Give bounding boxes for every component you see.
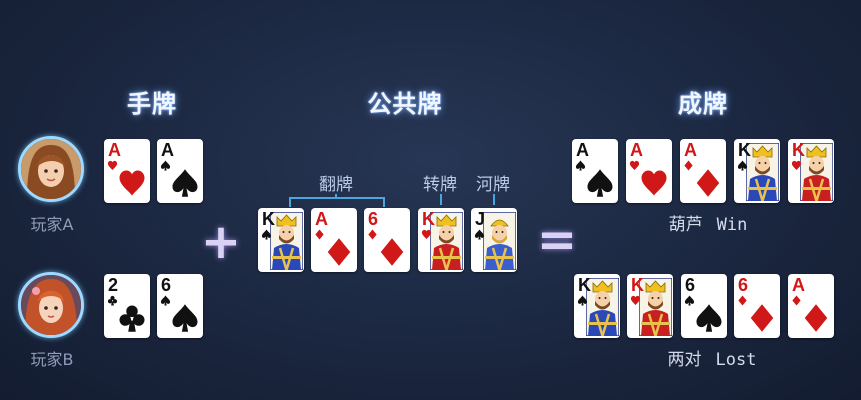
card-rank: 6 (161, 275, 172, 295)
hearts-icon (641, 170, 667, 196)
card-rank: K (792, 140, 805, 160)
hand-card-a-2: A (157, 139, 203, 203)
hand-card-b-1: 2 (104, 274, 150, 338)
card-rank: A (792, 275, 805, 295)
turn-bracket (440, 194, 442, 205)
card-rank: 6 (685, 275, 696, 295)
player-a-name: 玩家A (30, 215, 74, 234)
result-card-b-3: 6 (681, 274, 727, 338)
spades-icon (172, 169, 198, 197)
card-rank: K (578, 275, 591, 295)
river-bracket (493, 194, 495, 205)
result-card-a-2: A (626, 139, 672, 203)
card-rank: K (631, 275, 644, 295)
community-card-3: 6 (364, 208, 410, 272)
turn-label: 转牌 (423, 175, 457, 195)
river-label: 河牌 (476, 175, 510, 195)
community-card-2: A (311, 208, 357, 272)
card-rank: A (684, 140, 697, 160)
result-card-b-4: 6 (734, 274, 780, 338)
flop-label: 翻牌 (319, 175, 353, 195)
diamonds-icon (750, 304, 774, 332)
card-rank: K (422, 209, 435, 229)
spades-icon (577, 295, 588, 306)
hearts-icon (119, 170, 145, 196)
spades-icon (587, 169, 613, 197)
player-a-avatar (18, 136, 84, 202)
card-rank: A (161, 140, 174, 160)
result-hand-heading: 成牌 (678, 90, 728, 118)
hearts-icon (791, 160, 802, 171)
diamonds-icon (380, 238, 404, 266)
card-rank: A (108, 140, 121, 160)
card-rank: 6 (368, 209, 379, 229)
result-card-a-5: K (788, 139, 834, 203)
result-card-b-5: A (788, 274, 834, 338)
player-a-outcome: Win (716, 215, 748, 235)
diamonds-icon (804, 304, 828, 332)
equals-operator: = (536, 212, 578, 268)
spades-icon (261, 229, 272, 240)
card-rank: K (262, 209, 275, 229)
spades-icon (737, 160, 748, 171)
hand-cards-heading: 手牌 (127, 90, 177, 118)
flop-bracket-stem (335, 194, 337, 197)
hearts-icon (421, 229, 432, 240)
card-rank: A (315, 209, 328, 229)
spades-icon (696, 304, 722, 332)
diamonds-icon (327, 238, 351, 266)
hand-card-a-1: A (104, 139, 150, 203)
clubs-icon (119, 305, 145, 332)
card-rank: J (475, 209, 486, 229)
community-cards-heading: 公共牌 (367, 90, 443, 118)
result-card-a-4: K (734, 139, 780, 203)
player-a-hand-name: 葫芦 (668, 215, 703, 235)
result-card-b-2: K (627, 274, 673, 338)
spades-icon (474, 229, 485, 240)
player-b-hand-name: 两对 (667, 350, 702, 370)
card-rank: 2 (108, 275, 119, 295)
hearts-icon (630, 295, 641, 306)
flop-bracket (289, 197, 385, 207)
player-a-result-label: 葫芦 Win (669, 210, 748, 235)
community-card-4: K (418, 208, 464, 272)
community-card-1: K (258, 208, 304, 272)
card-rank: A (630, 140, 643, 160)
player-b-outcome: Lost (715, 350, 757, 370)
hand-card-b-2: 6 (157, 274, 203, 338)
result-card-b-1: K (574, 274, 620, 338)
card-rank: A (576, 140, 589, 160)
player-b-name: 玩家B (30, 350, 74, 369)
diamonds-icon (696, 169, 720, 197)
plus-operator: + (200, 214, 242, 270)
result-card-a-1: A (572, 139, 618, 203)
result-card-a-3: A (680, 139, 726, 203)
card-rank: 6 (738, 275, 749, 295)
spades-icon (172, 304, 198, 332)
community-card-5: J (471, 208, 517, 272)
player-b-avatar (18, 272, 84, 338)
jack-face-figure (483, 212, 516, 270)
player-b-result-label: 两对 Lost (668, 345, 757, 370)
card-rank: K (738, 140, 751, 160)
